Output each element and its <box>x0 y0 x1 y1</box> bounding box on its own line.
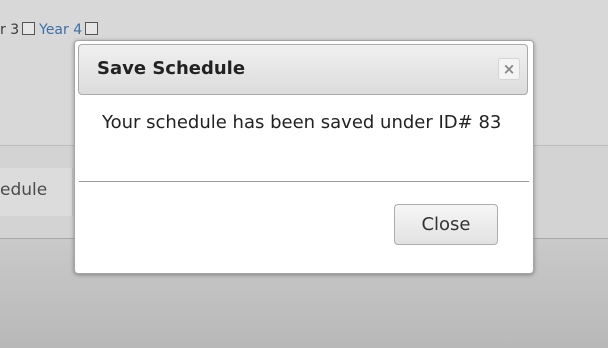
save-schedule-dialog: Save Schedule × Your schedule has been s… <box>74 40 534 274</box>
dialog-message: Your schedule has been saved under ID# 8… <box>102 112 502 133</box>
year-4-link[interactable]: Year 4 <box>39 22 82 38</box>
dialog-titlebar[interactable]: Save Schedule × <box>78 44 528 95</box>
dialog-footer-divider <box>79 181 529 182</box>
schedule-tab-label: edule <box>0 180 48 200</box>
year-4-checkbox[interactable] <box>85 22 99 35</box>
close-icon[interactable]: × <box>498 58 520 80</box>
year-filter-row: r 3 Year 4 <box>0 22 102 38</box>
dialog-title: Save Schedule <box>97 58 246 79</box>
close-button[interactable]: Close <box>394 204 498 245</box>
year-3-label: r 3 <box>0 22 20 38</box>
year-3-checkbox[interactable] <box>22 22 36 35</box>
